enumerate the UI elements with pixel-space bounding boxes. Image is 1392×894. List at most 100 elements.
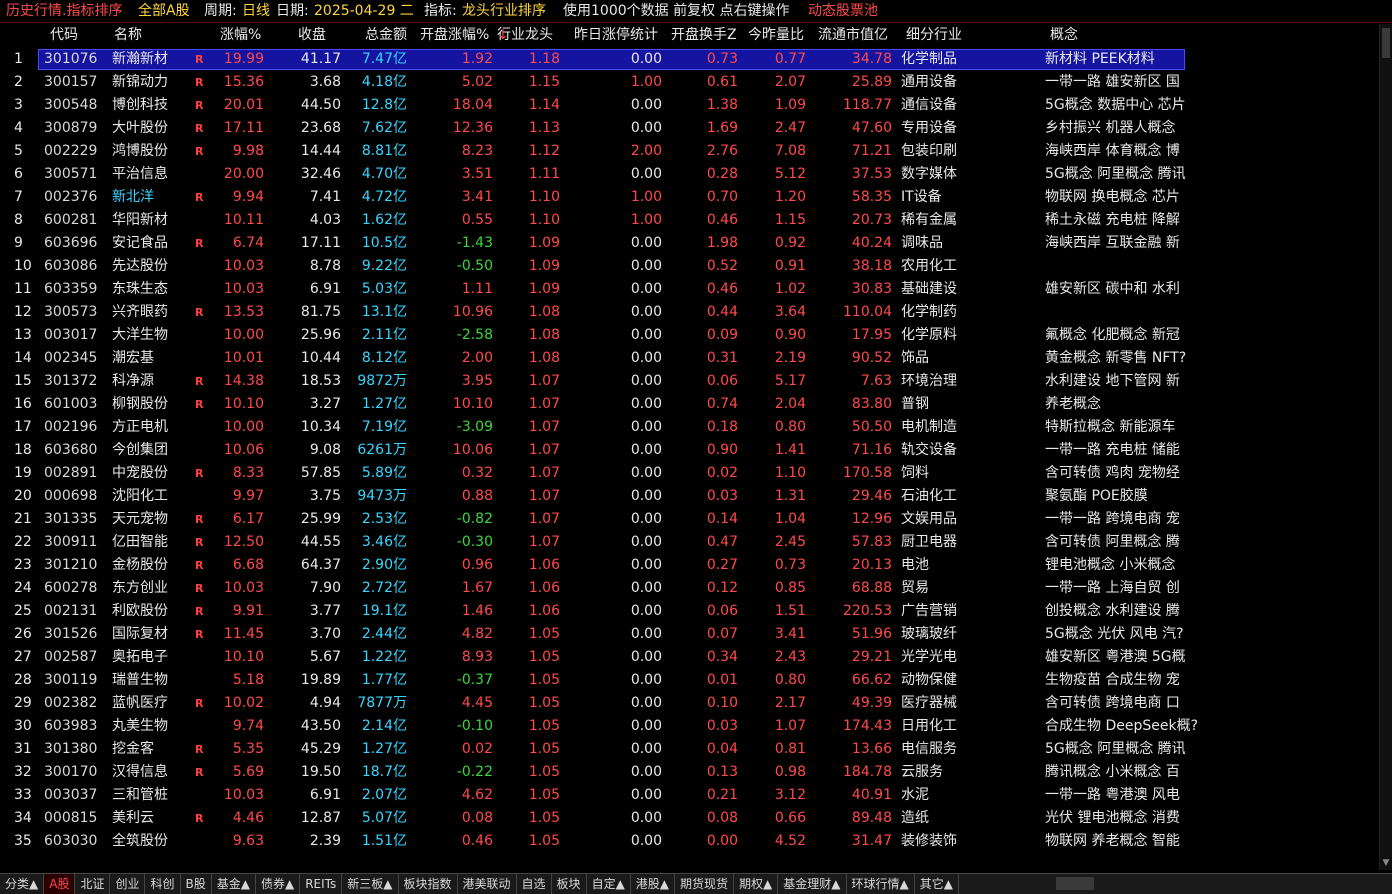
col-open-turnover[interactable]: 开盘换手Z — [671, 24, 737, 46]
table-row[interactable]: 10 603086 先达股份 10.03 8.78 9.22亿 -0.50 1.09 0.00 0… — [0, 255, 1380, 278]
table-row[interactable]: 6 300571 平治信息 20.00 32.46 4.70亿 3.51 1.11 0.00 0.… — [0, 163, 1380, 186]
table-row[interactable]: 24 600278 东方创业 R 10.03 7.90 2.72亿 1.67 1.06 0.00 0… — [0, 577, 1380, 600]
table-row[interactable]: 4 300879 大叶股份 R 17.11 23.68 7.62亿 12.36 1.13 0.00… — [0, 117, 1380, 140]
table-row[interactable]: 22 300911 亿田智能 R 12.50 44.55 3.46亿 -0.30 1.07 0.0… — [0, 531, 1380, 554]
table-row[interactable]: 16 601003 柳钢股份 R 10.10 3.27 1.27亿 10.10 1.07 0.00… — [0, 393, 1380, 416]
cell-open: 3.51 — [461, 166, 493, 182]
date-value[interactable]: 2025-04-29 二 — [314, 0, 414, 22]
table-row[interactable]: 34 000815 美利云 R 4.46 12.87 5.07亿 0.08 1.05 0.00 0.… — [0, 807, 1380, 830]
tab-1[interactable]: A股 — [44, 874, 76, 894]
table-row[interactable]: 7 002376 新北洋 R 9.94 7.41 4.72亿 3.41 1.10 1.00 0.70… — [0, 186, 1380, 209]
period-value[interactable]: 日线 — [242, 0, 270, 22]
table-row[interactable]: 19 002891 中宠股份 R 8.33 57.85 5.89亿 0.32 1.07 0.00 0… — [0, 462, 1380, 485]
cell-pct: 10.03 — [223, 281, 264, 297]
table-row[interactable]: 2 300157 新锦动力 R 15.36 3.68 4.18亿 5.02 1.15 1.00 0.… — [0, 71, 1380, 94]
table-row[interactable]: 25 002131 利欧股份 R 9.91 3.77 19.1亿 1.46 1.06 0.00 0.… — [0, 600, 1380, 623]
market-selector[interactable]: 全部A股 — [138, 0, 190, 22]
table-row[interactable]: 29 002382 蓝帆医疗 R 10.02 4.94 7877万 4.45 1.05 0.00 0… — [0, 692, 1380, 715]
cell-amt: 1.77亿 — [361, 672, 407, 688]
table-row[interactable]: 1 301076 新瀚新材 R 19.99 41.17 7.47亿 1.92 1.18 0.00 0… — [0, 48, 1380, 71]
tab-16[interactable]: 期货现货 — [675, 874, 735, 894]
table-row[interactable]: 18 603680 今创集团 10.06 9.08 6261万 10.06 1.07 0.00 0… — [0, 439, 1380, 462]
col-name[interactable]: 名称 — [114, 24, 142, 46]
tab-7[interactable]: 债券▲ — [256, 874, 301, 894]
table-row[interactable]: 9 603696 安记食品 R 6.74 17.11 10.5亿 -1.43 1.09 0.00 1… — [0, 232, 1380, 255]
table-row[interactable]: 28 300119 瑞普生物 5.18 19.89 1.77亿 -0.37 1.05 0.00 0… — [0, 669, 1380, 692]
cell-vol: 0.81 — [774, 741, 806, 757]
cell-concept: 氟概念 化肥概念 新冠 — [1045, 327, 1180, 343]
scroll-thumb[interactable] — [1382, 28, 1390, 58]
cell-concept: 生物疫苗 合成生物 宠 — [1045, 672, 1180, 688]
table-row[interactable]: 30 603983 丸美生物 9.74 43.50 2.14亿 -0.10 1.05 0.00 0… — [0, 715, 1380, 738]
cell-turn: 0.13 — [706, 764, 738, 780]
indicator-value[interactable]: 龙头行业排序 — [462, 0, 546, 22]
cell-pct: 10.06 — [223, 442, 264, 458]
tab-9[interactable]: 新三板▲ — [342, 874, 399, 894]
cell-amt: 2.72亿 — [361, 580, 407, 596]
tab-2[interactable]: 北证 — [75, 874, 111, 894]
cell-turn: 0.03 — [706, 718, 738, 734]
cell-concept: 腾讯概念 小米概念 百 — [1045, 764, 1180, 780]
col-sub-industry[interactable]: 细分行业 — [906, 24, 962, 46]
vertical-scrollbar[interactable]: ▼ — [1379, 24, 1392, 870]
tab-8[interactable]: REITs — [300, 874, 343, 894]
tab-3[interactable]: 创业 — [110, 874, 146, 894]
tab-scroll-thumb[interactable] — [1056, 877, 1094, 890]
col-amount[interactable]: 总金额 — [365, 24, 407, 46]
table-row[interactable]: 15 301372 科净源 R 14.38 18.53 9872万 3.95 1.07 0.00 0… — [0, 370, 1380, 393]
tab-12[interactable]: 自选 — [517, 874, 552, 894]
table-row[interactable]: 20 000698 沈阳化工 9.97 3.75 9473万 0.88 1.07 0.00 0.0… — [0, 485, 1380, 508]
col-close[interactable]: 收盘 — [298, 24, 326, 46]
cell-lead: 1.07 — [528, 442, 560, 458]
tab-0[interactable]: 分类▲ — [0, 874, 45, 894]
scroll-down-arrow-icon[interactable]: ▼ — [1381, 858, 1391, 868]
col-volume-ratio[interactable]: 今昨量比 — [748, 24, 804, 46]
table-row[interactable]: 21 301335 天元宠物 R 6.17 25.99 2.53亿 -0.82 1.07 0.00… — [0, 508, 1380, 531]
tab-10[interactable]: 板块指数 — [399, 874, 458, 894]
cell-amt: 9473万 — [357, 488, 407, 504]
tab-19[interactable]: 环球行情▲ — [847, 874, 915, 894]
table-row[interactable]: 35 603030 全筑股份 9.63 2.39 1.51亿 0.46 1.05 0.00 0.0… — [0, 830, 1380, 853]
cell-vol: 2.04 — [774, 396, 806, 412]
table-row[interactable]: 13 003017 大洋生物 10.00 25.96 2.11亿 -2.58 1.08 0.00… — [0, 324, 1380, 347]
col-code[interactable]: 代码 — [50, 24, 78, 46]
table-row[interactable]: 17 002196 方正电机 10.00 10.34 7.19亿 -3.09 1.07 0.00… — [0, 416, 1380, 439]
cell-lead: 1.07 — [528, 419, 560, 435]
dynamic-pool-link[interactable]: 动态股票池 — [808, 0, 878, 22]
cell-idx: 4 — [14, 120, 23, 136]
table-row[interactable]: 26 301526 国际复材 R 11.45 3.70 2.44亿 4.82 1.05 0.00 0… — [0, 623, 1380, 646]
col-change-pct[interactable]: 涨幅% — [220, 24, 261, 46]
table-row[interactable]: 8 600281 华阳新材 10.11 4.03 1.62亿 0.55 1.10 1.00 0.4… — [0, 209, 1380, 232]
table-row[interactable]: 33 003037 三和管桩 10.03 6.91 2.07亿 4.62 1.05 0.00 0.… — [0, 784, 1380, 807]
tab-14[interactable]: 自定▲ — [587, 874, 631, 894]
table-row[interactable]: 32 300170 汉得信息 R 5.69 19.50 18.7亿 -0.22 1.05 0.00… — [0, 761, 1380, 784]
table-row[interactable]: 23 301210 金杨股份 R 6.68 64.37 2.90亿 0.96 1.06 0.00 0… — [0, 554, 1380, 577]
table-row[interactable]: 3 300548 博创科技 R 20.01 44.50 12.8亿 18.04 1.14 0.00… — [0, 94, 1380, 117]
tab-6[interactable]: 基金▲ — [212, 874, 256, 894]
cell-idx: 31 — [14, 741, 32, 757]
col-open-change[interactable]: 开盘涨幅% — [420, 24, 489, 46]
cell-amt: 5.07亿 — [361, 810, 407, 826]
tab-4[interactable]: 科创 — [145, 874, 181, 894]
cell-turn: 0.28 — [706, 166, 738, 182]
col-float-mcap[interactable]: 流通市值亿 — [818, 24, 888, 46]
table-row[interactable]: 14 002345 潮宏基 10.01 10.44 8.12亿 2.00 1.08 0.00 0.… — [0, 347, 1380, 370]
cell-turn: 0.09 — [706, 327, 738, 343]
tab-18[interactable]: 基金理财▲ — [778, 874, 847, 894]
col-limit-up-stats[interactable]: 昨日涨停统计 — [574, 24, 658, 46]
table-row[interactable]: 11 603359 东珠生态 10.03 6.91 5.03亿 1.11 1.09 0.00 0.… — [0, 278, 1380, 301]
cell-lead: 1.07 — [528, 488, 560, 504]
tab-13[interactable]: 板块 — [552, 874, 587, 894]
cell-close: 41.17 — [300, 51, 341, 67]
table-row[interactable]: 27 002587 奥拓电子 10.10 5.67 1.22亿 8.93 1.05 0.00 0.… — [0, 646, 1380, 669]
tab-17[interactable]: 期权▲ — [734, 874, 779, 894]
table-row[interactable]: 5 002229 鸿博股份 R 9.98 14.44 8.81亿 8.23 1.12 2.00 2.… — [0, 140, 1380, 163]
table-row[interactable]: 12 300573 兴齐眼药 R 13.53 81.75 13.1亿 10.96 1.08 0.0… — [0, 301, 1380, 324]
tab-11[interactable]: 港美联动 — [458, 874, 517, 894]
table-row[interactable]: 31 301380 挖金客 R 5.35 45.29 1.27亿 0.02 1.05 0.00 0.… — [0, 738, 1380, 761]
tab-15[interactable]: 港股▲ — [631, 874, 676, 894]
tab-20[interactable]: 其它▲ — [915, 874, 959, 894]
tab-5[interactable]: B股 — [181, 874, 212, 894]
col-concept[interactable]: 概念 — [1050, 24, 1078, 46]
cell-ind: 通用设备 — [901, 74, 957, 90]
